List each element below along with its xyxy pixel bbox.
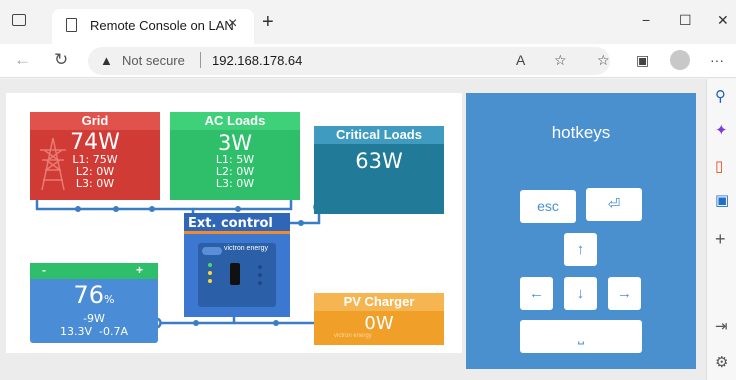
- status-led-green: [208, 263, 212, 267]
- battery-current: -0.7A: [99, 325, 129, 338]
- up-key[interactable]: ↑: [564, 233, 597, 266]
- ext-control-title: Ext. control: [184, 213, 290, 234]
- settings-icon[interactable]: ⚙: [715, 355, 728, 371]
- grid-l3: L3: 0W: [75, 177, 115, 190]
- close-tab-icon[interactable]: ×: [228, 15, 237, 33]
- browser-titlebar: Remote Console on LAN × + − ☐ ✕: [0, 0, 736, 44]
- warning-icon: ▲: [100, 53, 113, 68]
- victron-logo-icon: [202, 247, 222, 255]
- read-aloud-icon[interactable]: A: [516, 52, 525, 68]
- collections-icon[interactable]: ▣: [636, 52, 649, 68]
- close-window-button[interactable]: ✕: [717, 12, 729, 29]
- search-icon[interactable]: ⚲: [715, 89, 726, 105]
- hotkeys-panel: hotkeys esc ⏎ ↑ ← ↓ → ⎵: [466, 93, 696, 369]
- copilot-icon[interactable]: ✦: [715, 123, 728, 139]
- status-led-off: [258, 265, 262, 285]
- battery-soc: 76: [73, 281, 105, 309]
- more-icon[interactable]: ···: [710, 52, 724, 68]
- browser-sidebar: ⚲ ✦ ▯ ▣ + ⇥ ⚙: [706, 79, 736, 380]
- browser-tab[interactable]: Remote Console on LAN ×: [52, 9, 254, 44]
- critical-loads-tile[interactable]: Critical Loads 63W: [314, 126, 444, 214]
- ac-loads-power: 3W: [217, 131, 253, 155]
- status-led-yellow-2: [208, 279, 212, 283]
- grid-tile[interactable]: Grid 74W L1: 75W L2: 0W L3: 0W: [30, 112, 160, 200]
- ac-loads-l3: L3: 0W: [215, 177, 255, 190]
- console-overview: Grid 74W L1: 75W L2: 0W L3: 0W AC Loads …: [6, 93, 462, 353]
- left-key[interactable]: ←: [520, 277, 553, 310]
- battery-minus: -: [42, 263, 46, 277]
- grid-power: 74W: [70, 130, 120, 155]
- device-brand: victron energy: [224, 245, 268, 252]
- critical-loads-power: 63W: [355, 149, 403, 173]
- down-key[interactable]: ↓: [564, 277, 597, 310]
- page-icon: [66, 18, 77, 32]
- ac-loads-tile[interactable]: AC Loads 3W L1: 5W L2: 0W L3: 0W: [170, 112, 300, 200]
- battery-top: - +: [30, 263, 158, 279]
- favorites-icon[interactable]: ☆: [597, 52, 610, 68]
- tab-title: Remote Console on LAN: [90, 18, 234, 33]
- battery-voltage: 13.3V: [59, 325, 93, 338]
- battery-power: -9W: [83, 312, 105, 325]
- space-key[interactable]: ⎵: [520, 320, 642, 353]
- reload-button[interactable]: ↻: [54, 51, 68, 69]
- battery-tile[interactable]: - + 76% -9W 13.3V -0.7A: [30, 263, 158, 343]
- ac-loads-title: AC Loads: [170, 112, 300, 130]
- office-icon[interactable]: ▯: [715, 159, 723, 175]
- outlook-icon[interactable]: ▣: [715, 193, 729, 209]
- battery-readings: 13.3V -0.7A: [30, 325, 158, 338]
- pv-charger-tile[interactable]: PV Charger 0W victron energy: [314, 293, 444, 345]
- ext-control-tile[interactable]: Ext. control victron energy: [184, 213, 290, 317]
- pv-brand: victron energy: [334, 333, 372, 339]
- battery-soc-wrap: 76%: [30, 281, 158, 309]
- device-switch: [230, 263, 240, 285]
- status-led-yellow: [208, 271, 212, 275]
- minimize-button[interactable]: −: [642, 12, 650, 28]
- url-divider: [200, 52, 201, 68]
- sidebar-hide-icon[interactable]: ⇥: [715, 319, 728, 335]
- battery-soc-unit: %: [104, 293, 115, 306]
- grid-title: Grid: [30, 112, 160, 130]
- back-button[interactable]: ←: [14, 51, 31, 69]
- enter-key[interactable]: ⏎: [586, 188, 642, 221]
- maximize-button[interactable]: ☐: [679, 12, 692, 29]
- esc-key[interactable]: esc: [520, 190, 576, 223]
- pv-charger-title: PV Charger: [314, 293, 444, 311]
- add-favorite-icon[interactable]: ☆: [554, 52, 567, 68]
- profile-avatar[interactable]: [670, 50, 690, 70]
- critical-loads-title: Critical Loads: [314, 126, 444, 144]
- security-label[interactable]: Not secure: [122, 53, 185, 68]
- browser-toolbar: ← ↻ ▲ Not secure 192.168.178.64 A ☆ ☆ ▣ …: [0, 44, 736, 78]
- tab-actions-icon[interactable]: [12, 14, 26, 26]
- pv-charger-power: 0W: [364, 313, 394, 334]
- new-tab-button[interactable]: +: [262, 12, 274, 32]
- right-key[interactable]: →: [608, 277, 641, 310]
- url-text[interactable]: 192.168.178.64: [212, 53, 302, 68]
- add-icon[interactable]: +: [715, 230, 726, 248]
- battery-plus: +: [136, 263, 144, 277]
- hotkeys-title: hotkeys: [551, 123, 611, 142]
- address-bar[interactable]: ▲ Not secure 192.168.178.64: [88, 47, 610, 75]
- device-body: victron energy: [198, 243, 276, 307]
